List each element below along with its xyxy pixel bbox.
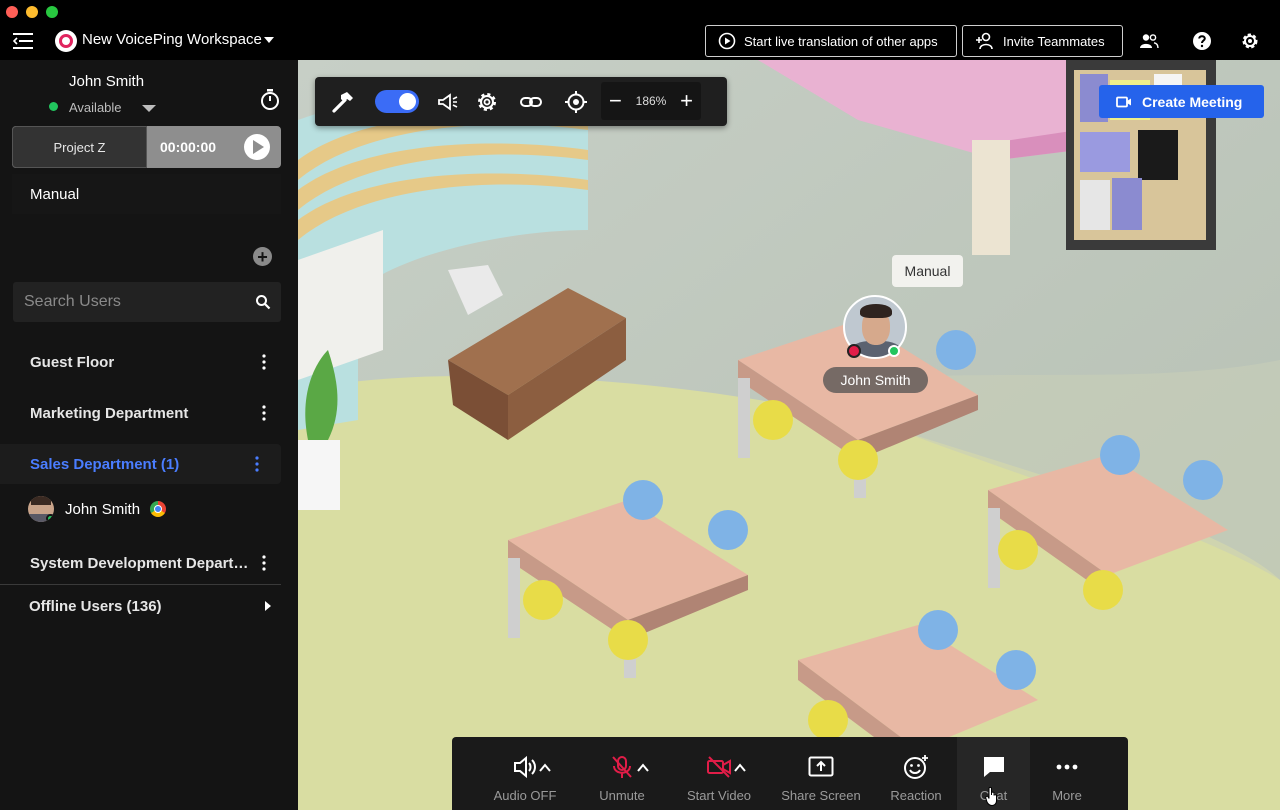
floor-label: Offline Users (136) xyxy=(29,597,162,615)
floor-system-development[interactable]: System Development Depart… xyxy=(0,543,281,583)
audio-off-button[interactable]: Audio OFF xyxy=(485,737,565,810)
window-maximize-button[interactable] xyxy=(46,6,58,18)
settings-gear-icon[interactable] xyxy=(475,90,499,114)
play-circle-icon xyxy=(718,32,736,50)
audio-off-label: Audio OFF xyxy=(493,788,557,803)
window-minimize-button[interactable] xyxy=(26,6,38,18)
add-floor-button[interactable]: + xyxy=(253,247,272,266)
walk-mode-toggle[interactable] xyxy=(375,90,419,113)
search-users-box xyxy=(13,282,281,322)
users-icon[interactable] xyxy=(1138,30,1160,52)
live-translation-label: Start live translation of other apps xyxy=(744,33,938,49)
call-controls-bar: Audio OFF Unmute Start Video Share Scree… xyxy=(452,737,1128,810)
map-user-name-tag: John Smith xyxy=(823,367,928,393)
search-icon[interactable] xyxy=(255,294,271,310)
reaction-button[interactable]: Reaction xyxy=(882,737,950,810)
audio-options-chevron-up-icon[interactable] xyxy=(538,761,552,775)
offline-users[interactable]: Offline Users (136) xyxy=(0,586,281,626)
start-timer-button[interactable] xyxy=(244,134,270,160)
add-user-icon xyxy=(976,32,993,50)
video-camera-icon xyxy=(1116,96,1131,107)
invite-teammates-button[interactable]: Invite Teammates xyxy=(962,25,1123,57)
more-vertical-icon[interactable] xyxy=(255,456,259,472)
title-bar: New VoicePing Workspace Start live trans… xyxy=(0,0,1280,60)
muted-mic-icon xyxy=(847,344,861,358)
floor-label: Sales Department (1) xyxy=(30,455,180,473)
member-name: John Smith xyxy=(65,500,141,518)
more-button[interactable]: More xyxy=(1037,737,1097,810)
zoom-level: 186% xyxy=(635,94,667,108)
more-vertical-icon[interactable] xyxy=(262,354,266,370)
create-meeting-button[interactable]: Create Meeting xyxy=(1099,85,1264,118)
start-video-label: Start Video xyxy=(686,788,752,803)
chevron-right-icon[interactable] xyxy=(265,601,271,611)
video-options-chevron-up-icon[interactable] xyxy=(733,761,747,775)
search-users-input[interactable] xyxy=(13,282,281,322)
locate-me-icon[interactable] xyxy=(564,90,588,114)
create-meeting-label: Create Meeting xyxy=(1142,93,1243,110)
reaction-label: Reaction xyxy=(890,788,942,803)
chat-bubble-icon xyxy=(983,757,1004,777)
help-icon[interactable] xyxy=(1191,30,1213,52)
window-close-button[interactable] xyxy=(6,6,18,18)
divider xyxy=(0,584,281,585)
floor-sales[interactable]: Sales Department (1) xyxy=(0,444,281,484)
settings-gear-icon[interactable] xyxy=(1239,30,1261,52)
work-mode-selector[interactable]: Manual xyxy=(12,174,281,214)
floor-label: Marketing Department xyxy=(30,404,189,422)
workspace-name[interactable]: New VoicePing Workspace xyxy=(82,31,262,48)
floor-label: System Development Depart… xyxy=(30,554,249,572)
workspace-logo xyxy=(55,30,77,52)
more-horizontal-icon xyxy=(1056,764,1078,770)
zoom-out-button[interactable]: − xyxy=(609,90,622,112)
workspace-dropdown-icon[interactable] xyxy=(264,37,274,43)
share-screen-label: Share Screen xyxy=(781,788,861,803)
office-floor-illustration xyxy=(298,60,1280,810)
invite-teammates-label: Invite Teammates xyxy=(1003,33,1105,49)
zoom-control: − 186% + xyxy=(601,82,701,120)
share-screen-button[interactable]: Share Screen xyxy=(779,737,863,810)
project-timer: Project Z 00:00:00 xyxy=(12,126,281,168)
unmute-label: Unmute xyxy=(599,788,645,803)
mouse-cursor-icon xyxy=(985,786,997,806)
online-status-icon xyxy=(888,345,900,357)
sidebar: John Smith Available Project Z 00:00:00 … xyxy=(0,60,298,810)
floor-marketing[interactable]: Marketing Department xyxy=(0,393,281,433)
chrome-icon xyxy=(150,501,167,517)
more-vertical-icon[interactable] xyxy=(262,555,266,571)
live-translation-button[interactable]: Start live translation of other apps xyxy=(705,25,957,57)
zoom-in-button[interactable]: + xyxy=(680,90,693,112)
stopwatch-icon[interactable] xyxy=(259,87,281,111)
speaker-icon xyxy=(514,755,536,779)
link-icon[interactable] xyxy=(519,90,543,114)
video-off-icon xyxy=(707,756,731,778)
share-screen-icon xyxy=(808,756,834,777)
project-selector[interactable]: Project Z xyxy=(12,126,147,168)
floor-label: Guest Floor xyxy=(30,353,115,371)
muted-microphone-icon xyxy=(612,756,632,778)
more-label: More xyxy=(1052,788,1082,803)
status-bubble: Manual xyxy=(892,255,963,287)
mic-options-chevron-up-icon[interactable] xyxy=(636,761,650,775)
member-item[interactable]: John Smith xyxy=(28,494,167,524)
sidebar-toggle-icon[interactable] xyxy=(13,32,33,50)
more-vertical-icon[interactable] xyxy=(262,405,266,421)
hammer-icon[interactable] xyxy=(331,90,355,114)
status-dropdown-icon[interactable] xyxy=(142,105,156,112)
emoji-add-icon xyxy=(904,755,928,779)
user-status[interactable]: Available xyxy=(69,100,122,115)
office-map[interactable]: − 186% + Create Meeting Manual John Smit… xyxy=(298,60,1280,810)
current-user-name: John Smith xyxy=(69,73,145,90)
map-toolbar: − 186% + xyxy=(315,77,727,126)
megaphone-icon[interactable] xyxy=(436,90,460,114)
avatar xyxy=(28,496,54,522)
floor-guest[interactable]: Guest Floor xyxy=(0,342,281,382)
status-online-dot xyxy=(49,102,58,111)
